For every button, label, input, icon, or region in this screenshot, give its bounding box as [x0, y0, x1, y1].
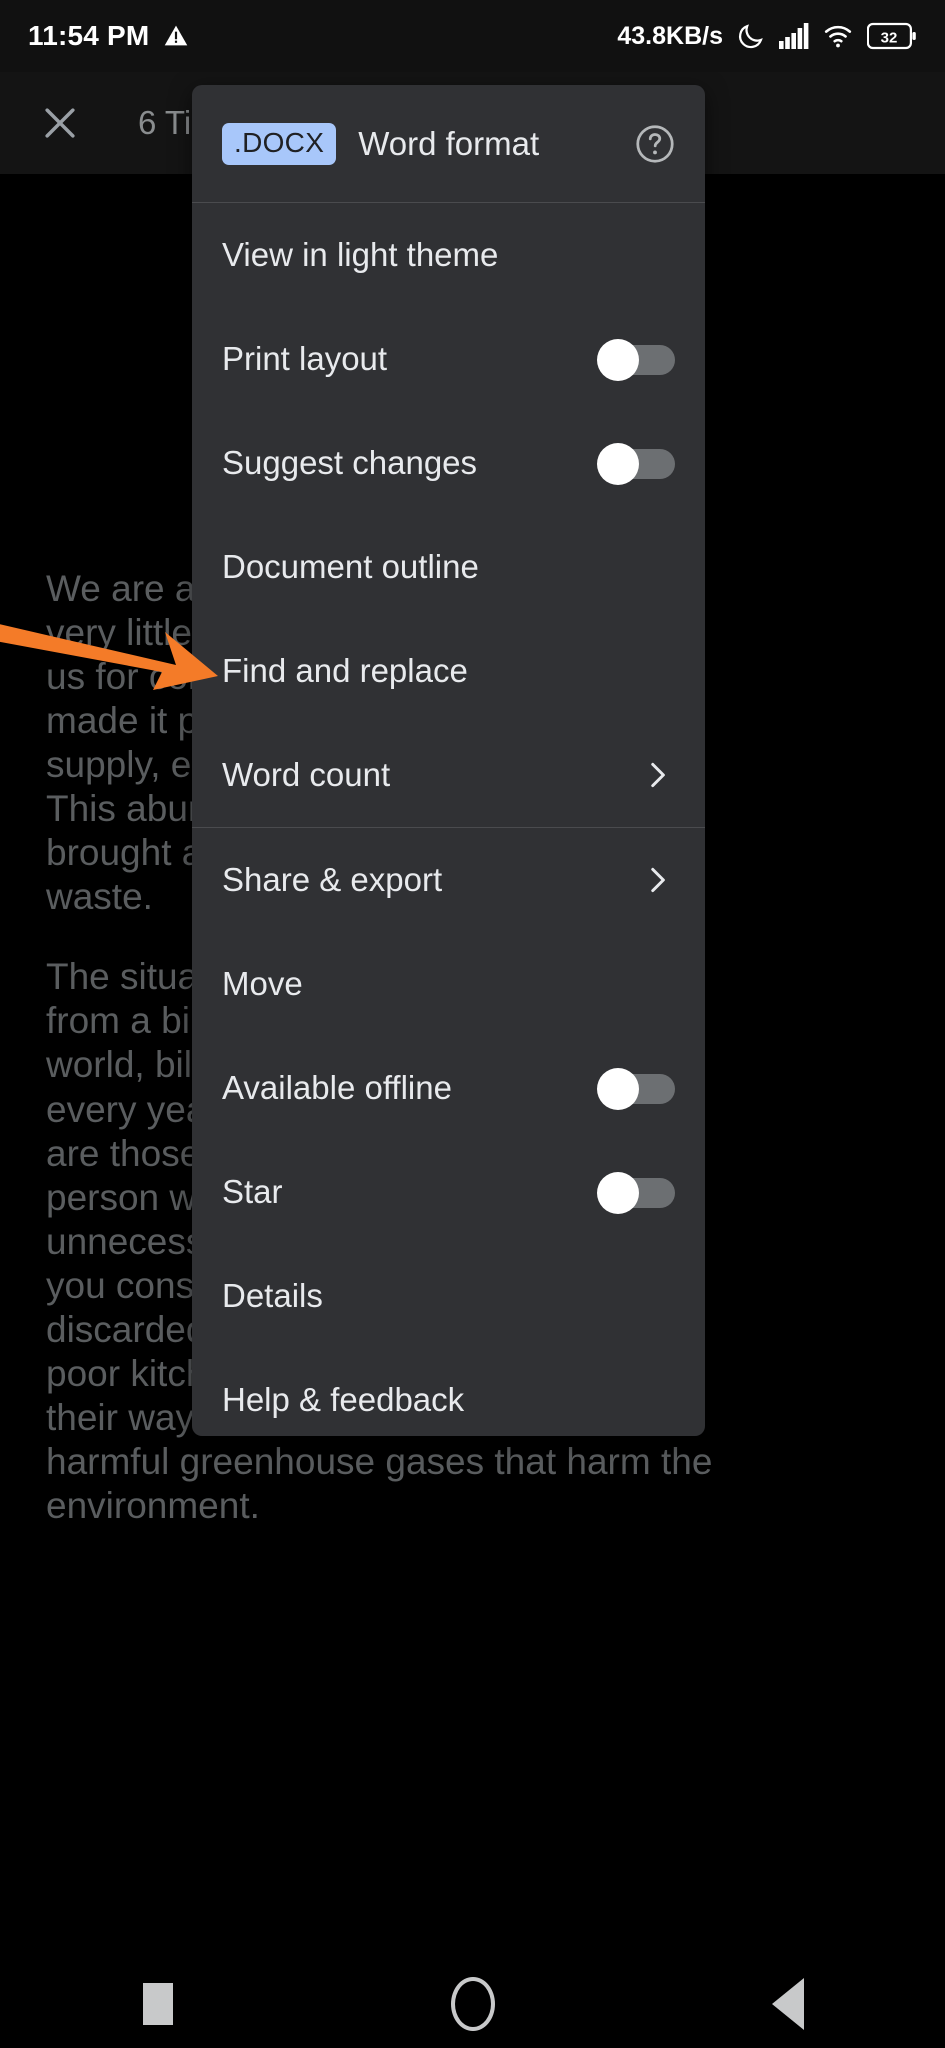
menu-item-document-outline[interactable]: Document outline	[192, 515, 705, 619]
file-format-badge: .DOCX	[222, 122, 337, 165]
print-layout-toggle[interactable]	[597, 339, 675, 381]
chevron-right-icon	[639, 862, 675, 898]
toggle-thumb	[597, 1068, 639, 1110]
back-button[interactable]	[733, 1960, 843, 2048]
menu-item-move[interactable]: Move	[192, 932, 705, 1036]
recents-button[interactable]	[103, 1960, 213, 2048]
menu-item-label: Details	[222, 1277, 323, 1314]
menu-item-label: Document outline	[222, 548, 479, 585]
menu-item-label: Print layout	[222, 340, 388, 377]
battery-level-text: 32	[881, 29, 898, 46]
android-nav-bar	[0, 1960, 945, 2048]
close-icon[interactable]	[30, 93, 90, 153]
battery-icon: 32	[867, 22, 917, 50]
menu-item-star[interactable]: Star	[192, 1140, 705, 1244]
menu-item-details[interactable]: Details	[192, 1244, 705, 1348]
overflow-menu: .DOCX Word format View in light theme Pr…	[192, 85, 705, 1436]
toggle-thumb	[597, 339, 639, 381]
menu-group-1: View in light theme Print layout Suggest…	[192, 203, 705, 827]
status-bar-right: 43.8KB/s 32	[617, 22, 917, 51]
wifi-icon	[823, 23, 853, 49]
menu-item-label: View in light theme	[222, 236, 499, 273]
square-recents-icon	[142, 1983, 173, 2025]
menu-item-label: Find and replace	[222, 652, 468, 689]
menu-item-label: Help & feedback	[222, 1381, 465, 1418]
menu-group-2: Share & export Move Available offline St…	[192, 828, 705, 1436]
menu-item-help-and-feedback[interactable]: Help & feedback	[192, 1348, 705, 1436]
menu-header: .DOCX Word format	[192, 85, 705, 203]
menu-item-label: Star	[222, 1173, 283, 1210]
warning-triangle-icon	[163, 23, 189, 49]
cellular-signal-icon	[779, 23, 809, 49]
menu-item-label: Word count	[222, 756, 391, 793]
chevron-right-icon	[639, 757, 675, 793]
star-toggle[interactable]	[597, 1172, 675, 1214]
help-circle-icon[interactable]	[633, 122, 677, 166]
home-button[interactable]	[418, 1960, 528, 2048]
menu-item-available-offline[interactable]: Available offline	[192, 1036, 705, 1140]
triangle-back-icon	[771, 1978, 804, 2030]
menu-item-word-count[interactable]: Word count	[192, 723, 705, 827]
file-format-label: Word format	[358, 124, 540, 162]
menu-item-label: Suggest changes	[222, 444, 478, 481]
menu-item-label: Available offline	[222, 1069, 452, 1106]
menu-item-find-and-replace[interactable]: Find and replace	[192, 619, 705, 723]
toggle-thumb	[597, 1172, 639, 1214]
network-speed: 43.8KB/s	[617, 21, 723, 50]
menu-item-print-layout[interactable]: Print layout	[192, 307, 705, 411]
menu-item-suggest-changes[interactable]: Suggest changes	[192, 411, 705, 515]
moon-icon	[737, 22, 765, 50]
status-bar-left: 11:54 PM	[28, 20, 189, 52]
circle-home-icon	[450, 1977, 495, 2031]
document-title-toolbar[interactable]: 6 Ti	[138, 104, 191, 142]
status-bar: 11:54 PM 43.8KB/s 32	[0, 0, 945, 72]
menu-item-share-and-export[interactable]: Share & export	[192, 828, 705, 932]
menu-item-label: Share & export	[222, 861, 443, 898]
toggle-thumb	[597, 443, 639, 485]
available-offline-toggle[interactable]	[597, 1068, 675, 1110]
menu-item-view-in-light-theme[interactable]: View in light theme	[192, 203, 705, 307]
menu-item-label: Move	[222, 965, 303, 1002]
suggest-changes-toggle[interactable]	[597, 443, 675, 485]
status-time: 11:54 PM	[28, 20, 150, 51]
